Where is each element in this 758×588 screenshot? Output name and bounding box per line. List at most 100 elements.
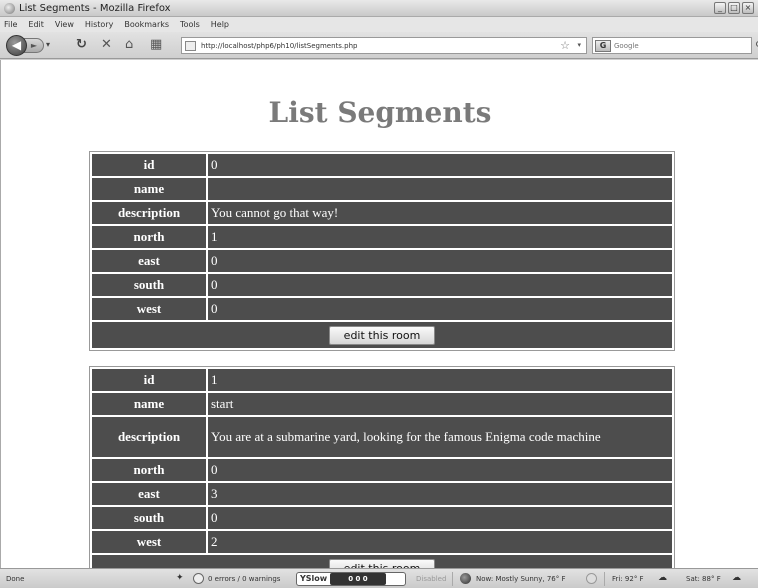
field-value: 1 <box>208 226 672 248</box>
table-row: north 1 <box>92 226 672 248</box>
table-row: name <box>92 178 672 200</box>
menu-history[interactable]: History <box>85 20 113 29</box>
weather-now: Now: Mostly Sunny, 76° F <box>476 575 566 583</box>
edit-room-button[interactable]: edit this room <box>328 325 436 345</box>
table-row: id 1 <box>92 369 672 391</box>
menu-edit[interactable]: Edit <box>28 20 44 29</box>
menu-view[interactable]: View <box>55 20 74 29</box>
error-count[interactable]: 0 errors / 0 warnings <box>208 575 280 583</box>
field-label: id <box>92 154 206 176</box>
field-value: 0 <box>208 507 672 529</box>
status-bar: Done ✦ 0 errors / 0 warnings YSlow 0 0 0 … <box>0 568 758 588</box>
window-controls: _ □ × <box>714 2 754 14</box>
sun-icon: ☁ <box>658 573 667 583</box>
table-row: id 0 <box>92 154 672 176</box>
field-value: 0 <box>208 459 672 481</box>
menu-bar: File Edit View History Bookmarks Tools H… <box>0 17 758 32</box>
title-bar: List Segments - Mozilla Firefox _ □ × <box>0 0 758 17</box>
minimize-button[interactable]: _ <box>714 2 726 14</box>
table-row: edit this room <box>92 555 672 568</box>
yslow-grade: 0 0 0 <box>330 573 386 585</box>
error-console-icon[interactable] <box>193 573 204 584</box>
back-button[interactable]: ◀ <box>6 35 27 56</box>
puzzle-icon[interactable]: ✦ <box>176 573 184 583</box>
home-icon[interactable]: ⌂ <box>125 38 133 52</box>
address-bar[interactable]: ☆ ▾ <box>181 37 587 54</box>
field-label: description <box>92 202 206 224</box>
field-label: east <box>92 250 206 272</box>
field-value <box>208 178 672 200</box>
weather-sat: Sat: 88° F <box>686 575 721 583</box>
field-label: description <box>92 417 206 457</box>
yslow-widget[interactable]: YSlow 0 0 0 <box>296 572 406 586</box>
table-row: name start <box>92 393 672 415</box>
close-button[interactable]: × <box>742 2 754 14</box>
site-identity-icon[interactable] <box>185 40 196 51</box>
table-row: description You cannot go that way! <box>92 202 672 224</box>
table-row: west 2 <box>92 531 672 553</box>
status-divider <box>604 572 605 586</box>
field-value: 0 <box>208 274 672 296</box>
segment-table: id 0 name description You cannot go that w… <box>89 151 675 351</box>
table-row: north 0 <box>92 459 672 481</box>
search-input[interactable] <box>614 41 734 50</box>
field-value: You are at a submarine yard, looking for… <box>208 417 672 457</box>
yslow-label: YSlow <box>300 574 328 583</box>
field-value: 1 <box>208 369 672 391</box>
field-label: south <box>92 507 206 529</box>
page-content: List Segments id 0 name description You ca… <box>0 60 758 568</box>
cloud-icon: ☁ <box>732 573 741 583</box>
bookmark-page-icon[interactable]: ▦ <box>150 38 162 52</box>
edit-room-button[interactable]: edit this room <box>328 558 436 568</box>
table-row: east 0 <box>92 250 672 272</box>
search-bar[interactable]: G ⚲ <box>592 37 758 54</box>
field-label: name <box>92 178 206 200</box>
table-row: description You are at a submarine yard, … <box>92 417 672 457</box>
stop-icon[interactable]: ✕ <box>101 38 112 52</box>
google-engine-icon[interactable]: G <box>595 39 611 52</box>
field-value: 2 <box>208 531 672 553</box>
button-cell: edit this room <box>92 322 672 348</box>
field-value: You cannot go that way! <box>208 202 672 224</box>
window-title: List Segments - Mozilla Firefox <box>19 2 171 14</box>
firefox-icon <box>4 2 15 14</box>
field-value: 0 <box>208 298 672 320</box>
field-label: south <box>92 274 206 296</box>
menu-tools[interactable]: Tools <box>180 20 200 29</box>
field-label: east <box>92 483 206 505</box>
field-label: west <box>92 531 206 553</box>
forward-button[interactable]: ► <box>24 38 44 53</box>
maximize-button[interactable]: □ <box>728 2 740 14</box>
segment-table: id 1 name start description You are at a su… <box>89 366 675 568</box>
history-dropdown-icon[interactable]: ▾ <box>46 40 50 49</box>
page-title: List Segments <box>268 96 492 129</box>
field-label: name <box>92 393 206 415</box>
menu-file[interactable]: File <box>4 20 17 29</box>
status-divider <box>452 572 453 586</box>
menu-bookmarks[interactable]: Bookmarks <box>124 20 169 29</box>
field-value: 0 <box>208 154 672 176</box>
disabled-label: Disabled <box>416 575 447 583</box>
back-forward-group: ► ◀ ▾ <box>6 35 58 56</box>
bookmark-star-icon[interactable]: ☆ <box>560 39 570 52</box>
weather-icon[interactable] <box>460 573 471 584</box>
field-label: id <box>92 369 206 391</box>
url-input[interactable] <box>201 41 541 50</box>
field-label: west <box>92 298 206 320</box>
table-row: south 0 <box>92 274 672 296</box>
reload-icon[interactable]: ↻ <box>76 38 87 52</box>
field-label: north <box>92 226 206 248</box>
weather-fri: Fri: 92° F <box>612 575 644 583</box>
url-dropdown-icon[interactable]: ▾ <box>577 41 581 49</box>
navigation-toolbar: ► ◀ ▾ ↻ ✕ ⌂ ▦ ☆ ▾ G ⚲ <box>0 32 758 59</box>
table-row: edit this room <box>92 322 672 348</box>
weather-cloud-icon <box>586 573 597 584</box>
status-text: Done <box>6 575 25 583</box>
table-row: south 0 <box>92 507 672 529</box>
field-label: north <box>92 459 206 481</box>
menu-help[interactable]: Help <box>211 20 229 29</box>
field-value: 0 <box>208 250 672 272</box>
button-cell: edit this room <box>92 555 672 568</box>
field-value: start <box>208 393 672 415</box>
table-row: west 0 <box>92 298 672 320</box>
